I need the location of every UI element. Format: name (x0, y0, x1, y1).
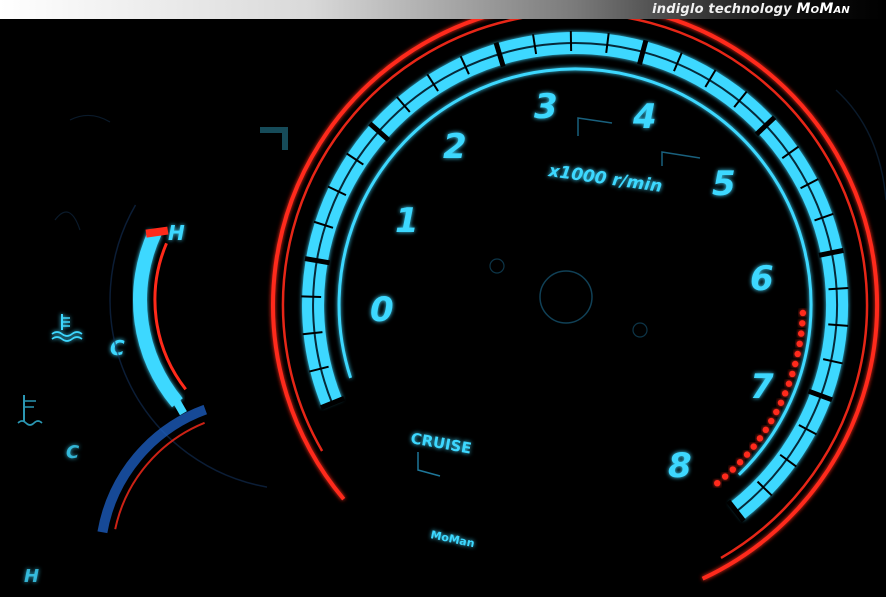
redline-dot (777, 399, 785, 406)
redline-dot (721, 473, 729, 480)
redline-dot (773, 408, 780, 416)
tach-number-2: 2 (443, 127, 467, 167)
tach-number-6: 6 (750, 259, 774, 299)
redline-dot (762, 426, 769, 434)
temp-hot-label: H (168, 221, 185, 245)
header-tagline: indiglo technology (652, 2, 792, 17)
cruise-label: CRUISE (409, 429, 473, 457)
header-brand: MoMan (796, 1, 850, 17)
needle-hub (489, 258, 648, 338)
redline-dot (768, 417, 775, 425)
redline-dot (785, 380, 793, 387)
fuel-icon (17, 395, 43, 426)
redline-dot (799, 309, 807, 317)
fuel-cold-label: C (66, 442, 80, 463)
redline-dot (756, 435, 764, 442)
temp-cold-label: C (110, 336, 125, 360)
brand-mark: MoMan (429, 528, 475, 550)
redline-dot (714, 479, 721, 487)
redline-dot (798, 330, 805, 337)
tach-unit-label: x1000 r/min (546, 161, 663, 197)
indicator-lamp-left (577, 117, 613, 136)
redline-dot (736, 459, 744, 466)
indicator-lamp-right (661, 151, 701, 166)
cruise-indicator-lamp (417, 452, 441, 477)
coolant-temp-icon (51, 314, 83, 342)
tach-number-4: 4 (632, 97, 657, 137)
tach-tick (301, 295, 322, 298)
redline-dot (796, 340, 803, 348)
fuel-gauge (97, 404, 208, 534)
temp-scale-band (133, 229, 183, 408)
tach-number-3: 3 (534, 87, 558, 127)
temp-bezel (109, 204, 268, 488)
redline-dot (794, 350, 801, 358)
redline-dot (799, 320, 806, 327)
redline-dot (729, 466, 737, 473)
fuel-hot-label: H (24, 566, 39, 587)
tach-number-5: 5 (712, 164, 736, 204)
redline-dot (743, 451, 751, 458)
tach-number-8: 8 (668, 446, 692, 486)
instrument-cluster: 0 1 2 3 4 5 6 7 8 x1000 r/min CRUISE MoM… (17, 19, 886, 587)
tach-number-7: 7 (750, 367, 774, 407)
tach-number-0: 0 (370, 290, 394, 330)
header-text: indiglo technology MoMan (652, 1, 850, 17)
redline-dot (789, 370, 796, 378)
redline-dot (792, 360, 799, 368)
redline-dot (750, 443, 757, 450)
tachometer-dial (271, 19, 880, 581)
fuel-scale-band (97, 404, 208, 534)
temperature-gauge (109, 204, 268, 488)
redline-dot (781, 390, 789, 397)
header-bar: indiglo technology MoMan (0, 0, 886, 19)
tach-number-1: 1 (395, 201, 419, 241)
tach-tick (828, 286, 849, 291)
temp-hot-marker (145, 226, 169, 238)
